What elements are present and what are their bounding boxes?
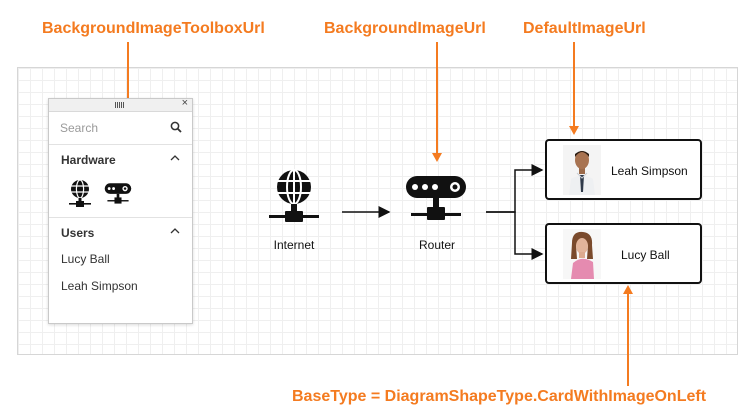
search-input[interactable] [60, 119, 160, 137]
card-name: Leah Simpson [611, 164, 688, 178]
card-leah-simpson[interactable]: Leah Simpson [545, 139, 702, 200]
connector-router-lucy[interactable] [486, 211, 544, 260]
man-photo [563, 145, 601, 195]
group-title: Hardware [61, 153, 116, 167]
group-title: Users [61, 226, 95, 240]
card-name: Lucy Ball [621, 248, 670, 262]
chevron-up-icon[interactable] [170, 227, 180, 235]
shape-toolbox[interactable]: × Hardware [48, 97, 193, 324]
close-icon[interactable]: × [182, 97, 188, 109]
globe-icon[interactable] [65, 178, 95, 208]
chevron-up-icon[interactable] [170, 154, 180, 162]
shape-label-router: Router [418, 238, 456, 252]
group-header-hardware[interactable]: Hardware [49, 145, 192, 173]
router-icon[interactable] [103, 178, 133, 208]
drag-grip-icon[interactable] [115, 102, 125, 108]
toolbox-search [49, 112, 192, 145]
user-item-leah-simpson[interactable]: Leah Simpson [49, 273, 192, 300]
connector-router-leah[interactable] [486, 164, 544, 213]
search-icon[interactable] [170, 121, 182, 133]
internet-globe-icon[interactable] [269, 169, 319, 222]
card-lucy-ball[interactable]: Lucy Ball [545, 223, 702, 284]
toolbox-header[interactable]: × [49, 97, 192, 112]
hardware-shapes [49, 173, 192, 218]
woman-photo [563, 229, 601, 279]
shape-label-internet: Internet [273, 238, 315, 252]
router-icon[interactable] [406, 176, 466, 220]
user-item-lucy-ball[interactable]: Lucy Ball [49, 246, 192, 273]
group-header-users[interactable]: Users [49, 218, 192, 246]
